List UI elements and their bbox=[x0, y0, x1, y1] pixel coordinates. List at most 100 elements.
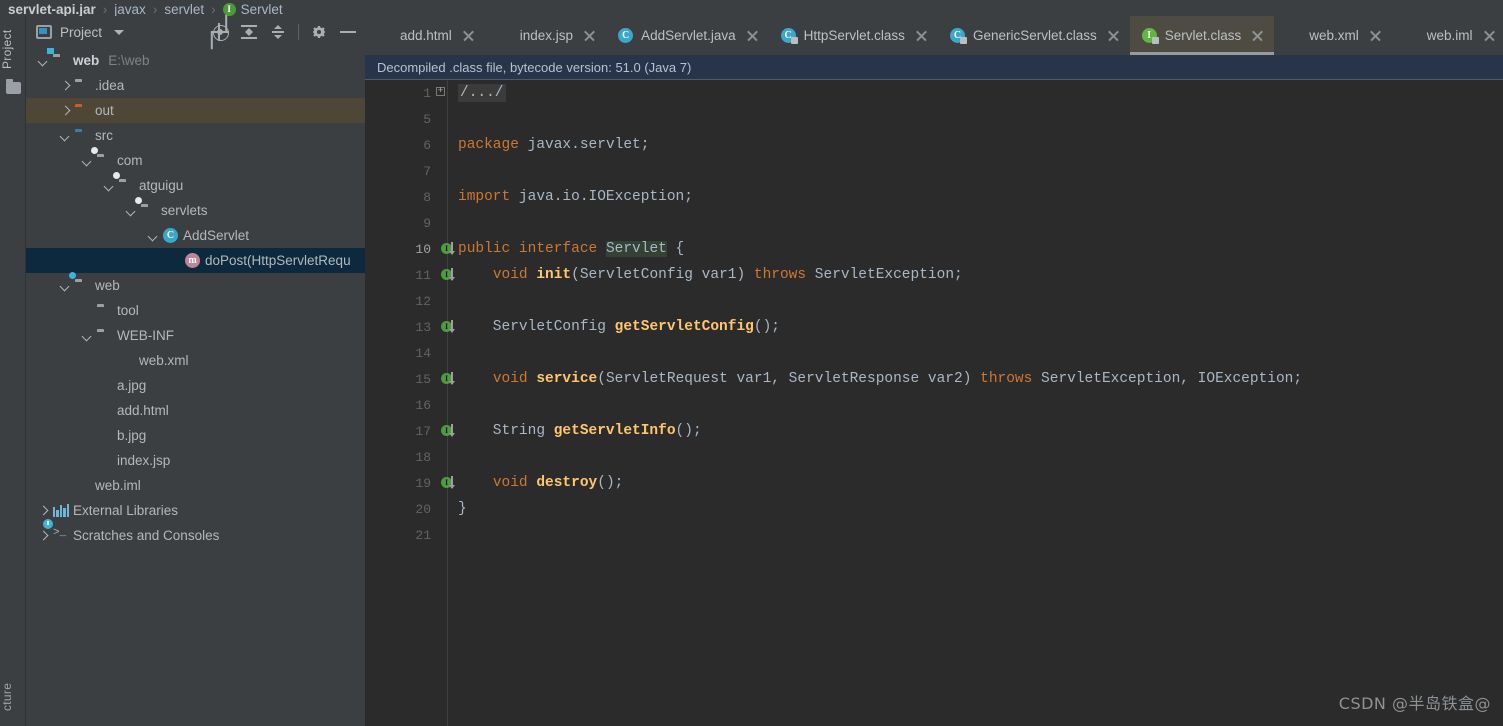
tree-node-b-jpg[interactable]: b.jpg bbox=[26, 423, 365, 448]
chevron-down-icon[interactable] bbox=[59, 129, 72, 142]
close-icon[interactable] bbox=[915, 29, 928, 42]
chevron-down-icon[interactable] bbox=[114, 29, 125, 35]
code-token: init bbox=[536, 267, 572, 283]
chevron-down-icon[interactable] bbox=[103, 179, 116, 192]
code-token: javax.servlet; bbox=[527, 137, 650, 153]
close-icon[interactable] bbox=[462, 29, 475, 42]
gear-icon[interactable] bbox=[310, 23, 328, 41]
minimize-icon[interactable] bbox=[339, 23, 357, 41]
tree-node-label: out bbox=[95, 103, 114, 118]
tree-node-dopost-httpservletrequ[interactable]: m doPost(HttpServletRequ bbox=[26, 248, 365, 273]
code-token: ServletConfig bbox=[458, 319, 615, 335]
code-token: public interface bbox=[458, 241, 606, 257]
editor-tab-label: web.iml bbox=[1426, 28, 1473, 43]
xml-file: < bbox=[119, 353, 135, 369]
tree-node-com[interactable]: com bbox=[26, 146, 365, 173]
expand-all-icon[interactable] bbox=[240, 23, 258, 41]
tree-node-web-xml[interactable]: < web.xml bbox=[26, 348, 365, 373]
tree-node-web[interactable]: web E:\web bbox=[26, 48, 365, 73]
code-content[interactable]: /.../ package javax.servlet; import java… bbox=[448, 80, 1503, 726]
interface-icon: I bbox=[222, 3, 236, 16]
line-number-gutter[interactable]: 1 5 6 7 8 9 10 I 11 I 12 13 I 14 15 I 16 17 I 18 19 I 20 21 bbox=[365, 80, 454, 726]
chevron-down-icon[interactable] bbox=[147, 229, 160, 242]
tree-node-scratches-and-consoles[interactable]: >_ Scratches and Consoles bbox=[26, 518, 365, 548]
left-tool-strip: Project cture bbox=[0, 16, 26, 726]
fold-expand-icon[interactable]: + bbox=[436, 87, 445, 96]
breadcrumb-item[interactable]: I Servlet bbox=[222, 3, 283, 16]
chevron-down-icon[interactable] bbox=[125, 204, 138, 217]
tree-node-web-iml[interactable]: web.iml bbox=[26, 473, 365, 498]
tree-node-external-libraries[interactable]: External Libraries bbox=[26, 498, 365, 523]
tree-node-web-inf[interactable]: WEB-INF bbox=[26, 323, 365, 348]
editor-tab-index-jsp[interactable]: JSP index.jsp bbox=[485, 16, 606, 55]
editor-tab-label: web.xml bbox=[1309, 28, 1359, 43]
editor-tab-httpservlet-class[interactable]: C HttpServlet.class bbox=[769, 16, 938, 55]
tree-node-atguigu[interactable]: atguigu bbox=[26, 171, 365, 198]
tree-node-index-jsp[interactable]: JSP index.jsp bbox=[26, 448, 365, 473]
tree-node-servlets[interactable]: servlets bbox=[26, 196, 365, 223]
editor-tab-web-xml[interactable]: < web.xml bbox=[1274, 16, 1392, 55]
breadcrumb-label: servlet bbox=[164, 2, 205, 16]
code-line: import java.io.IOException; bbox=[458, 184, 1503, 210]
tree-node-a-jpg[interactable]: a.jpg bbox=[26, 373, 365, 398]
line-number-label: 9 bbox=[423, 215, 431, 231]
line-number: 15 I bbox=[365, 366, 454, 392]
breadcrumb-item[interactable]: servlet-api.jar bbox=[8, 3, 96, 16]
chevron-down-icon[interactable] bbox=[81, 154, 94, 167]
editor-tab-add-html[interactable]: Hadd.html bbox=[365, 16, 485, 55]
code-token: String bbox=[458, 423, 554, 439]
editor-tab-bar[interactable]: Hadd.html JSP index.jsp C AddServlet.java C Ht… bbox=[365, 16, 1503, 55]
editor-tab-addservlet-java[interactable]: C AddServlet.java bbox=[606, 16, 769, 55]
tree-node-label: a.jpg bbox=[117, 378, 147, 393]
editor-tab-web-iml[interactable]: web.iml bbox=[1392, 16, 1503, 55]
tree-node-out[interactable]: out bbox=[26, 98, 365, 123]
breadcrumb-item[interactable]: javax bbox=[114, 3, 146, 16]
chevron-down-icon[interactable] bbox=[59, 279, 72, 292]
fold-gutter[interactable]: + bbox=[435, 80, 447, 726]
editor-tab-servlet-class[interactable]: I Servlet.class bbox=[1129, 16, 1275, 55]
editor-area: Hadd.html JSP index.jsp C AddServlet.java C Ht… bbox=[365, 16, 1503, 726]
code-token: throws bbox=[753, 267, 815, 283]
chevron-down-icon[interactable] bbox=[81, 329, 94, 342]
close-icon[interactable] bbox=[1107, 29, 1120, 42]
project-title-group[interactable]: Project bbox=[36, 25, 125, 40]
editor-tab-genericservlet-class[interactable]: C GenericServlet.class bbox=[938, 16, 1130, 55]
project-icon bbox=[36, 25, 52, 39]
locate-icon[interactable] bbox=[211, 23, 229, 41]
close-icon[interactable] bbox=[1251, 29, 1264, 42]
close-icon[interactable] bbox=[1369, 29, 1382, 42]
tree-node--idea[interactable]: .idea bbox=[26, 73, 365, 98]
folder-package bbox=[135, 196, 157, 219]
tree-node-tool[interactable]: tool bbox=[26, 298, 365, 323]
chevron-right-icon[interactable] bbox=[59, 79, 72, 92]
close-icon[interactable] bbox=[746, 29, 759, 42]
jsp-file: JSP bbox=[98, 459, 112, 467]
close-icon[interactable] bbox=[583, 29, 596, 42]
code-token: Servlet bbox=[605, 241, 667, 257]
collapse-all-icon[interactable] bbox=[269, 23, 287, 41]
tool-window-button-structure[interactable]: cture bbox=[0, 668, 26, 726]
chevron-down-icon[interactable] bbox=[37, 54, 50, 67]
tree-node-label: index.jsp bbox=[117, 453, 171, 468]
tree-node-addservlet[interactable]: C AddServlet bbox=[26, 223, 365, 248]
project-tree[interactable]: web E:\web .idea out src com atguigu servlets C A… bbox=[26, 48, 365, 726]
tool-window-button-project[interactable]: Project bbox=[0, 20, 26, 78]
fold-slot: + bbox=[435, 80, 447, 106]
line-number-label: 6 bbox=[423, 137, 431, 153]
code-viewport[interactable]: 1 5 6 7 8 9 10 I 11 I 12 13 I 14 15 I 16 17 I 18 19 I 20 21 + /… bbox=[365, 80, 1503, 726]
close-icon[interactable] bbox=[1483, 29, 1496, 42]
line-number-label: 10 bbox=[415, 241, 431, 257]
breadcrumb-item[interactable]: servlet bbox=[164, 3, 204, 16]
method-icon: m bbox=[185, 252, 201, 269]
folder-source bbox=[75, 128, 91, 144]
chevron-right-icon[interactable] bbox=[59, 104, 72, 117]
watermark: CSDN @半岛铁盒@ bbox=[1338, 694, 1491, 713]
tree-node-web[interactable]: web bbox=[26, 271, 365, 298]
tree-node-add-html[interactable]: Hadd.html bbox=[26, 398, 365, 423]
tree-node-src[interactable]: src bbox=[26, 123, 365, 148]
chevron-right-icon[interactable] bbox=[37, 529, 50, 542]
chevron-right-icon[interactable] bbox=[37, 504, 50, 517]
